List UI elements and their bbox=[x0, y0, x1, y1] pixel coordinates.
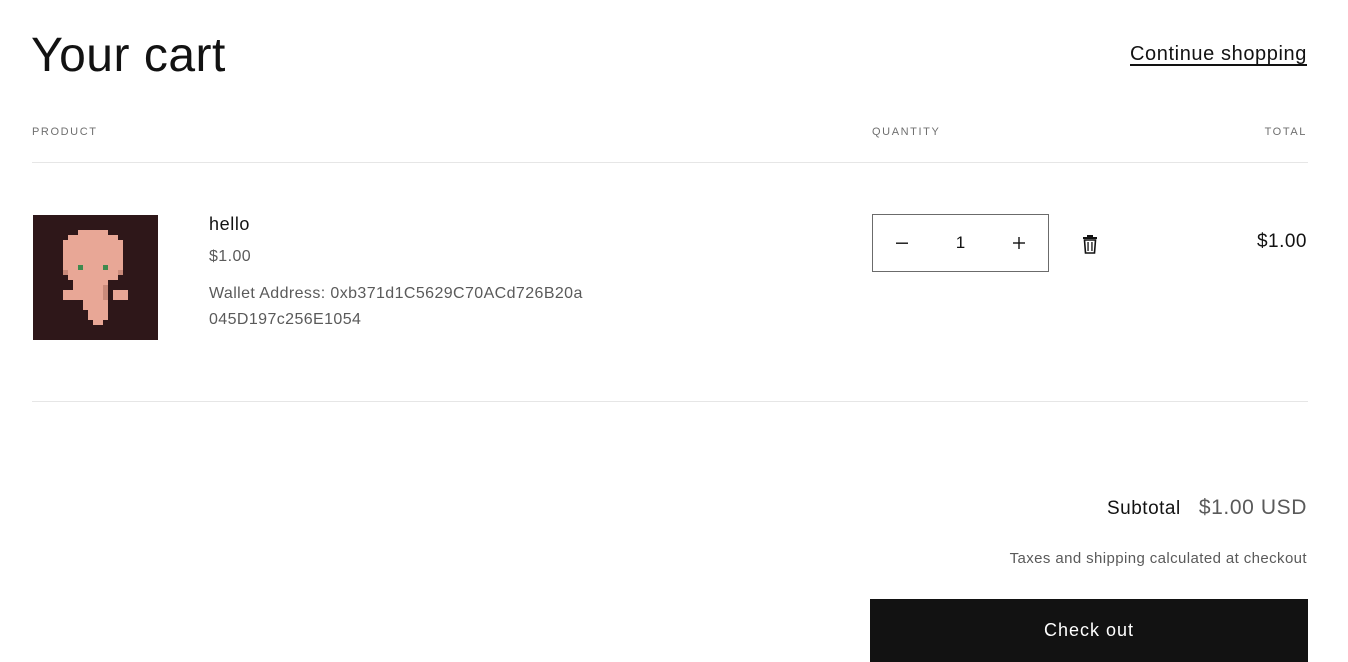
line-item-total: $1.00 bbox=[1256, 231, 1307, 252]
minus-icon bbox=[896, 242, 908, 244]
pixel-character-image bbox=[33, 215, 158, 340]
product-name[interactable]: hello bbox=[209, 214, 250, 235]
continue-shopping-link[interactable]: Continue shopping bbox=[1130, 43, 1307, 66]
column-header-quantity: QUANTITY bbox=[872, 126, 941, 138]
product-image[interactable] bbox=[33, 215, 158, 340]
product-price: $1.00 bbox=[209, 248, 252, 265]
divider bbox=[32, 162, 1308, 163]
decrease-quantity-button[interactable] bbox=[873, 215, 931, 271]
plus-icon bbox=[1013, 237, 1025, 249]
quantity-input[interactable]: 1 bbox=[931, 233, 990, 253]
trash-icon bbox=[1083, 235, 1097, 254]
quantity-stepper: 1 bbox=[872, 214, 1049, 272]
increase-quantity-button[interactable] bbox=[990, 215, 1048, 271]
checkout-button[interactable]: Check out bbox=[870, 599, 1308, 662]
divider bbox=[32, 401, 1308, 402]
page-title: Your cart bbox=[31, 29, 226, 82]
subtotal-value: $1.00 USD bbox=[1198, 496, 1307, 519]
column-header-product: PRODUCT bbox=[32, 126, 98, 138]
column-header-total: TOTAL bbox=[1264, 126, 1307, 138]
remove-item-button[interactable] bbox=[1081, 234, 1099, 254]
product-wallet-address: Wallet Address: 0xb371d1C5629C70ACd726B2… bbox=[209, 285, 583, 328]
taxes-note: Taxes and shipping calculated at checkou… bbox=[1009, 550, 1307, 567]
subtotal-label: Subtotal bbox=[1107, 498, 1181, 519]
